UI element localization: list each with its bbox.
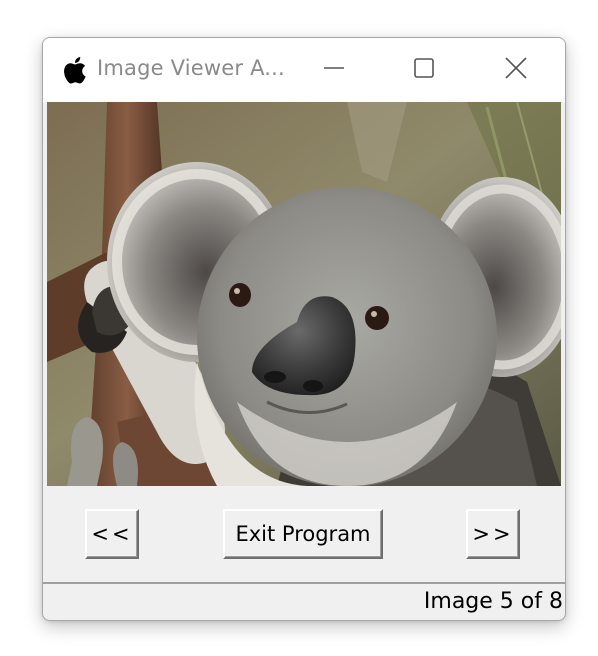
desktop-background: Image Viewer A... << Exit Program >> Ima… (0, 0, 598, 656)
apple-logo-icon (64, 57, 86, 84)
exit-program-button[interactable]: Exit Program (223, 509, 383, 559)
image-viewer-window: Image Viewer A... << Exit Program >> Ima… (42, 37, 566, 621)
minimize-icon (324, 67, 344, 69)
navigation-panel: << Exit Program >> (43, 486, 565, 582)
close-button[interactable] (471, 38, 561, 98)
maximize-icon (414, 58, 434, 78)
window-title: Image Viewer A... (97, 56, 285, 80)
status-bar: Image 5 of 8 (43, 582, 565, 620)
koala-photo (47, 102, 561, 486)
close-icon (505, 57, 527, 79)
previous-image-button[interactable]: << (85, 509, 139, 559)
image-counter: Image 5 of 8 (423, 589, 563, 614)
image-display (47, 102, 561, 486)
minimize-button[interactable] (289, 38, 379, 98)
maximize-button[interactable] (379, 38, 469, 98)
title-bar[interactable]: Image Viewer A... (43, 38, 565, 102)
next-image-button[interactable]: >> (466, 509, 520, 559)
